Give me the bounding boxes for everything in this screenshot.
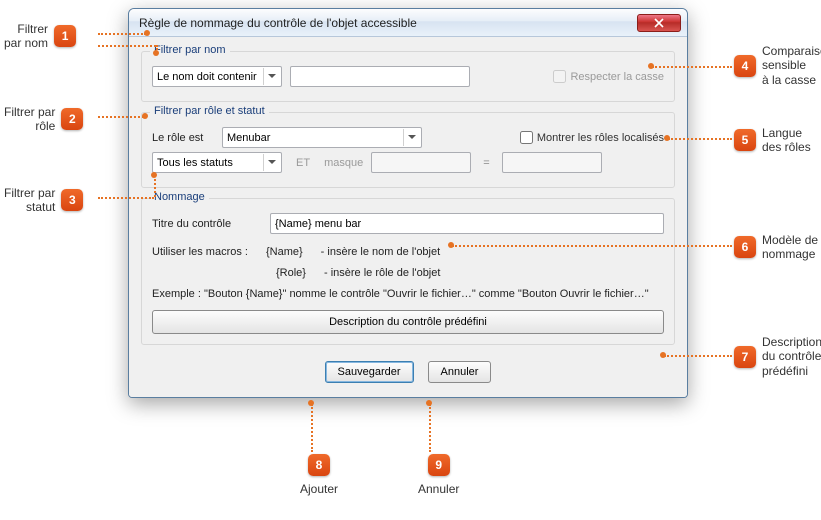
status-select[interactable]: Tous les statuts: [152, 152, 282, 173]
leader-dot: [660, 352, 666, 358]
group-filter-name: Filtrer par nom Le nom doit contenir Res…: [141, 51, 675, 102]
callout-8: 8 Ajouter: [300, 454, 338, 496]
leader-dot: [448, 242, 454, 248]
save-button[interactable]: Sauvegarder: [325, 361, 414, 383]
control-title-input[interactable]: [270, 213, 664, 234]
callout-2: Filtrer par rôle 2: [4, 105, 83, 134]
chevron-down-icon: [263, 154, 279, 171]
role-select[interactable]: Menubar: [222, 127, 422, 148]
leader-7: [664, 355, 732, 357]
dialog-window: Règle de nommage du contrôle de l'objet …: [128, 8, 688, 398]
leader-4: [652, 66, 732, 68]
mask-label: masque: [324, 157, 363, 169]
group-filter-role: Filtrer par rôle et statut Le rôle est M…: [141, 112, 675, 188]
mask-compare-input: [502, 152, 602, 173]
leader-dot: [308, 400, 314, 406]
window-title: Règle de nommage du contrôle de l'objet …: [139, 16, 637, 30]
macro-role-desc: - insère le rôle de l'objet: [324, 265, 440, 282]
show-localized-roles-box[interactable]: [520, 131, 533, 144]
leader-1: [98, 33, 146, 35]
group-legend: Filtrer par rôle et statut: [150, 105, 269, 117]
group-legend: Nommage: [150, 191, 209, 203]
macro-role: {Role}: [276, 265, 306, 282]
leader-9: [429, 404, 431, 452]
name-rule-selected: Le nom doit contenir: [157, 71, 257, 83]
equals-label: =: [479, 157, 493, 169]
show-localized-roles-checkbox[interactable]: Montrer les rôles localisés: [520, 131, 664, 144]
role-selected: Menubar: [227, 132, 270, 144]
group-legend: Filtrer par nom: [150, 44, 230, 56]
respect-case-box[interactable]: [553, 70, 566, 83]
leader-dot: [426, 400, 432, 406]
save-button-label: Sauvegarder: [338, 366, 401, 378]
leader-dot: [153, 50, 159, 56]
leader-dot: [151, 172, 157, 178]
chevron-down-icon: [263, 68, 279, 85]
mask-value-input: [371, 152, 471, 173]
group-naming: Nommage Titre du contrôle Utiliser les m…: [141, 198, 675, 345]
callout-9: 9 Annuler: [418, 454, 459, 496]
leader-3a: [98, 197, 154, 199]
callout-5: Langue des rôles 5: [734, 126, 811, 155]
leader-6: [452, 245, 732, 247]
leader-dot: [664, 135, 670, 141]
macros-block: Utiliser les macros : {Name} - insère le…: [152, 244, 664, 281]
callout-4: Comparaison sensible à la casse 4: [734, 44, 821, 87]
chevron-down-icon: [403, 129, 419, 146]
leader-dot: [648, 63, 654, 69]
callout-1: Filtrer par nom 1: [4, 22, 76, 51]
name-rule-select[interactable]: Le nom doit contenir: [152, 66, 282, 87]
close-icon: [654, 18, 664, 28]
leader-1b: [98, 45, 156, 47]
close-button[interactable]: [637, 14, 681, 32]
titlebar: Règle de nommage du contrôle de l'objet …: [129, 9, 687, 37]
name-value-input[interactable]: [290, 66, 470, 87]
callout-3: Filtrer par statut 3: [4, 186, 83, 215]
et-label: ET: [290, 157, 316, 169]
macro-example: Exemple : "Bouton {Name}" nomme le contr…: [152, 287, 664, 302]
cancel-button[interactable]: Annuler: [428, 361, 492, 383]
predefined-description-button[interactable]: Description du contrôle prédéfini: [152, 310, 664, 334]
leader-2: [98, 116, 144, 118]
leader-5: [668, 138, 732, 140]
dialog-buttons: Sauvegarder Annuler: [141, 355, 675, 385]
leader-dot: [144, 30, 150, 36]
status-selected: Tous les statuts: [157, 157, 233, 169]
leader-8: [311, 404, 313, 452]
control-title-label: Titre du contrôle: [152, 218, 262, 230]
respect-case-checkbox[interactable]: Respecter la casse: [553, 70, 664, 83]
respect-case-label: Respecter la casse: [570, 71, 664, 83]
callout-7: Description du contrôle prédéfini 7: [734, 335, 821, 378]
show-localized-roles-label: Montrer les rôles localisés: [537, 132, 664, 144]
dialog-body: Filtrer par nom Le nom doit contenir Res…: [129, 37, 687, 397]
callout-6: Modèle de nommage 6: [734, 233, 818, 262]
macros-intro: Utiliser les macros :: [152, 244, 248, 261]
predefined-description-label: Description du contrôle prédéfini: [329, 316, 487, 328]
cancel-button-label: Annuler: [441, 366, 479, 378]
macro-name-desc: - insère le nom de l'objet: [321, 244, 441, 261]
macro-name: {Name}: [266, 244, 303, 261]
role-label: Le rôle est: [152, 132, 214, 144]
leader-dot: [142, 113, 148, 119]
